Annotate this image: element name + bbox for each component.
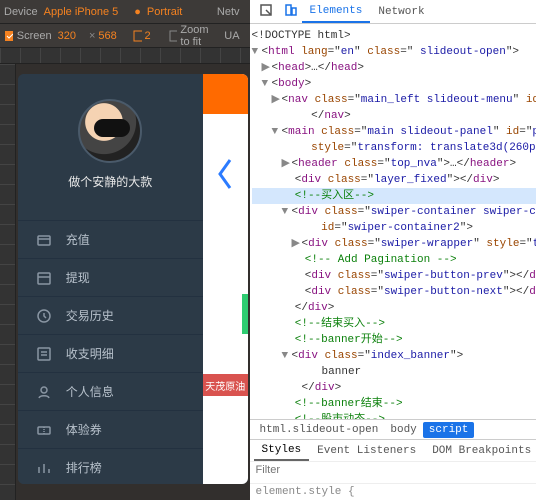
device-toolbar-row-1: Device Apple iPhone 5 ● Portrait Netv — [0, 0, 250, 24]
filter-row — [250, 461, 536, 483]
menu-label: 收支明细 — [66, 345, 114, 362]
panel-green-strip — [242, 294, 248, 334]
device-toolbar-row-2: Screen 320 × 568 2 Zoom to fit UA — [0, 24, 250, 48]
screen-height[interactable]: 568 — [98, 30, 116, 42]
inspect-icon[interactable] — [254, 1, 278, 23]
tab-styles[interactable]: Styles — [254, 441, 310, 461]
chart-icon — [36, 460, 52, 476]
menu-item-coupon[interactable]: 体验券 — [18, 410, 203, 448]
menu-item-profile[interactable]: 个人信息 — [18, 372, 203, 410]
element-style: element.style { — [250, 483, 536, 500]
screen-width[interactable]: 320 — [58, 30, 76, 42]
swiper-prev-button[interactable] — [203, 114, 248, 234]
crumb-html[interactable]: html.slideout-open — [254, 422, 385, 438]
tab-event-listeners[interactable]: Event Listeners — [309, 442, 424, 460]
menu-item-history[interactable]: 交易历史 — [18, 296, 203, 334]
dpr-icon[interactable] — [133, 30, 142, 42]
ticket-icon — [36, 422, 52, 438]
wallet-icon — [36, 232, 52, 248]
breadcrumb: html.slideout-open body script — [250, 419, 536, 439]
device-select[interactable]: Apple iPhone 5 — [44, 6, 119, 18]
device-preview-panel: Device Apple iPhone 5 ● Portrait Netv Sc… — [0, 0, 250, 500]
device-mode-icon[interactable] — [278, 1, 302, 23]
dom-tree[interactable]: <!DOCTYPE html> ▼<html lang="en" class="… — [250, 24, 536, 419]
fit-label: Zoom to fit — [180, 24, 218, 48]
username: 做个安静的大款 — [18, 173, 203, 190]
dpr-value[interactable]: 2 — [145, 30, 151, 42]
devtools-panel: Elements Network ⊘ 2 ≫ ⚙ ◧ ✕ <!DOCTYPE h… — [250, 0, 536, 500]
tab-elements[interactable]: Elements — [302, 1, 371, 23]
panel-red-label[interactable]: 天茂原油 — [203, 374, 248, 396]
menu-item-withdraw[interactable]: 提现 — [18, 258, 203, 296]
network-label: Netv — [217, 6, 240, 18]
menu-item-ranking[interactable]: 排行榜 — [18, 448, 203, 484]
fit-checkbox-icon[interactable] — [169, 30, 178, 42]
device-screen: 做个安静的大款 充值 提现 交易历史 — [18, 74, 248, 484]
menu-item-recharge[interactable]: 充值 — [18, 220, 203, 258]
screen-label: Screen — [17, 30, 52, 42]
ruler-vertical — [0, 64, 16, 500]
clock-icon — [36, 308, 52, 324]
ua-label: UA — [224, 30, 239, 42]
device-label: Device — [4, 6, 38, 18]
avatar[interactable] — [78, 99, 142, 163]
menu-label: 提现 — [66, 269, 90, 286]
checkbox-icon[interactable] — [4, 30, 13, 42]
menu-label: 体验券 — [66, 421, 102, 438]
orientation-dot-icon: ● — [134, 6, 141, 18]
app-side-menu: 做个安静的大款 充值 提现 交易历史 — [18, 74, 203, 484]
filter-input[interactable] — [256, 464, 536, 476]
user-icon — [36, 384, 52, 400]
panel-header — [203, 74, 248, 114]
crumb-body[interactable]: body — [384, 422, 422, 438]
main-panel-sliver: 天茂原油 — [203, 74, 248, 484]
menu-label: 交易历史 — [66, 307, 114, 324]
menu-label: 充值 — [66, 231, 90, 248]
tab-network[interactable]: Network — [370, 2, 432, 22]
calendar-icon — [36, 270, 52, 286]
tab-dom-breakpoints[interactable]: DOM Breakpoints — [424, 442, 536, 460]
menu-item-details[interactable]: 收支明细 — [18, 334, 203, 372]
list-icon — [36, 346, 52, 362]
devtools-toolbar: Elements Network ⊘ 2 ≫ ⚙ ◧ ✕ — [250, 0, 536, 24]
crumb-script[interactable]: script — [423, 422, 475, 438]
menu-label: 排行榜 — [66, 459, 102, 476]
ruler-horizontal — [0, 48, 250, 64]
orientation-select[interactable]: Portrait — [147, 6, 182, 18]
styles-tabs: Styles Event Listeners DOM Breakpoints P… — [250, 439, 536, 461]
menu-label: 个人信息 — [66, 383, 114, 400]
